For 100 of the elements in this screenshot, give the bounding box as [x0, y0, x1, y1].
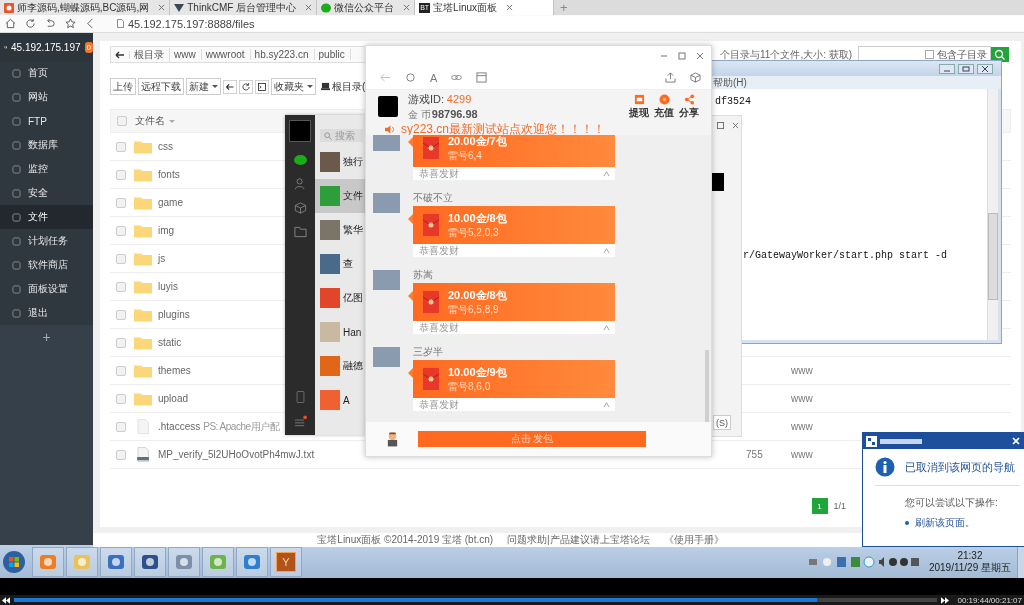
checkbox[interactable] [116, 197, 126, 208]
start-button[interactable] [2, 549, 26, 574]
action-button[interactable]: 分享 [679, 93, 699, 120]
sidebar-item[interactable]: 软件商店 [0, 253, 93, 277]
sidebar-item[interactable]: 退出 [0, 301, 93, 325]
file-name[interactable]: MP_verify_5l2UHoOvotPh4mwJ.txt [158, 449, 315, 460]
contact-item[interactable]: 繁华 [315, 213, 365, 247]
taskbar-button[interactable] [100, 546, 132, 577]
close-icon[interactable] [695, 51, 705, 61]
address-field[interactable]: 45.192.175.197:8888/files [117, 16, 1024, 31]
close-button[interactable] [977, 63, 993, 74]
share-icon[interactable] [665, 72, 676, 83]
file-name[interactable]: luyis [158, 281, 178, 292]
checkbox[interactable] [116, 421, 126, 432]
phone-icon[interactable] [293, 391, 307, 403]
sidebar-item[interactable]: 网站 [0, 85, 93, 109]
file-name[interactable]: static [158, 337, 182, 348]
refresh-icon[interactable] [405, 72, 416, 83]
toolbar-button[interactable]: 远程下载 [138, 78, 184, 95]
send-button[interactable]: (S) [713, 415, 731, 430]
close-icon[interactable] [158, 4, 166, 11]
file-name[interactable]: upload [158, 393, 189, 404]
file-name[interactable]: fonts [158, 169, 180, 180]
star-icon[interactable] [65, 18, 76, 29]
sidebar-item[interactable]: 监控 [0, 157, 93, 181]
cube-icon[interactable] [293, 202, 307, 214]
toolbar-button[interactable]: 新建 [186, 78, 221, 95]
checkbox[interactable] [116, 449, 126, 460]
back-icon[interactable] [85, 18, 96, 29]
checkbox[interactable] [116, 169, 126, 180]
action-button[interactable]: 提现 [629, 93, 649, 120]
breadcrumb-link[interactable]: public [314, 49, 351, 60]
contact-item[interactable]: 融德 [315, 349, 365, 383]
refresh-link[interactable]: 刷新该页面。 [915, 516, 975, 530]
footer-link[interactable]: 问题求助|产品建议请上宝塔论坛 [507, 533, 650, 547]
sidebar-item[interactable]: 计划任务 [0, 229, 93, 253]
undo-icon[interactable] [45, 18, 56, 29]
sidebar-item[interactable]: 面板设置 [0, 277, 93, 301]
link-icon[interactable] [451, 72, 463, 83]
refresh-icon[interactable] [25, 18, 36, 29]
clock[interactable]: 21:32 2019/11/29 星期五 [928, 549, 1011, 574]
contact-item[interactable]: 查 [315, 247, 365, 281]
checkbox[interactable] [116, 337, 126, 348]
maximize-icon[interactable] [677, 51, 687, 61]
taskbar-button[interactable]: Y [270, 546, 302, 577]
breadcrumb-link[interactable]: www [170, 49, 202, 60]
menu-icon[interactable] [293, 415, 307, 427]
checkbox[interactable] [116, 225, 126, 236]
checkbox[interactable] [116, 141, 126, 152]
checkbox[interactable] [116, 253, 126, 264]
toolbar-button[interactable]: 收藏夹 [271, 78, 316, 95]
file-name[interactable]: .htaccess [158, 421, 201, 432]
contact-item[interactable]: 独行 [315, 145, 365, 179]
close-icon[interactable] [506, 4, 513, 11]
close-icon[interactable] [732, 122, 739, 129]
breadcrumb-link[interactable]: hb.sy223.cn [250, 49, 315, 60]
folder-icon[interactable] [293, 226, 307, 238]
person-icon[interactable] [293, 178, 307, 190]
action-button[interactable]: 充值 [654, 93, 674, 120]
file-name[interactable]: plugins [158, 309, 190, 320]
breadcrumb-link[interactable]: wwwroot [201, 49, 251, 60]
file-name[interactable]: img [158, 225, 175, 236]
checkbox[interactable] [116, 309, 126, 320]
cube-icon[interactable] [690, 72, 701, 83]
file-name[interactable]: js [158, 253, 166, 264]
breadcrumb-link[interactable]: 根目录 [130, 47, 170, 62]
column-header[interactable]: 文件名 [135, 114, 175, 128]
minimize-button[interactable] [939, 63, 955, 74]
browser-tab[interactable]: ThinkCMF 后台管理中心 [170, 0, 318, 15]
scrollbar[interactable] [705, 350, 709, 422]
sidebar-item[interactable]: 首页 [0, 61, 93, 85]
font-size-button[interactable]: A [430, 71, 438, 84]
sidebar-item[interactable]: 数据库 [0, 133, 93, 157]
checkbox[interactable] [117, 116, 127, 126]
checkbox[interactable] [116, 365, 126, 376]
footer-link[interactable]: 《使用手册》 [663, 533, 724, 547]
scrollbar[interactable] [987, 89, 998, 340]
home-icon[interactable] [5, 18, 16, 29]
taskbar-button[interactable] [236, 546, 268, 577]
taskbar-button[interactable] [134, 546, 166, 577]
browser-tab[interactable]: 微信公众平台 [317, 0, 416, 15]
checkbox[interactable] [116, 393, 126, 404]
sidebar-item[interactable]: FTP [0, 109, 93, 133]
file-name[interactable]: game [158, 197, 183, 208]
contact-item[interactable]: A [315, 383, 365, 417]
chat-bubble-icon[interactable] [293, 154, 307, 166]
browser-tab[interactable]: 师李源码,蝴蝶源码,BC源码,网 [0, 0, 171, 15]
window-icon[interactable] [476, 72, 488, 83]
checkbox[interactable] [116, 281, 126, 292]
terminal-icon[interactable] [255, 79, 269, 94]
show-desktop-button[interactable] [1017, 545, 1024, 578]
sidebar-item[interactable]: 文件 [0, 205, 93, 229]
close-icon[interactable] [403, 4, 411, 11]
maximize-icon[interactable] [717, 122, 724, 129]
toolbar-button[interactable]: 上传 [110, 78, 136, 95]
root-disk-link[interactable]: 根目录( [332, 79, 366, 94]
sidebar-item[interactable]: 安全 [0, 181, 93, 205]
file-name[interactable]: css [158, 141, 173, 152]
contact-item[interactable]: 亿图 [315, 281, 365, 315]
file-name[interactable]: themes [158, 365, 191, 376]
